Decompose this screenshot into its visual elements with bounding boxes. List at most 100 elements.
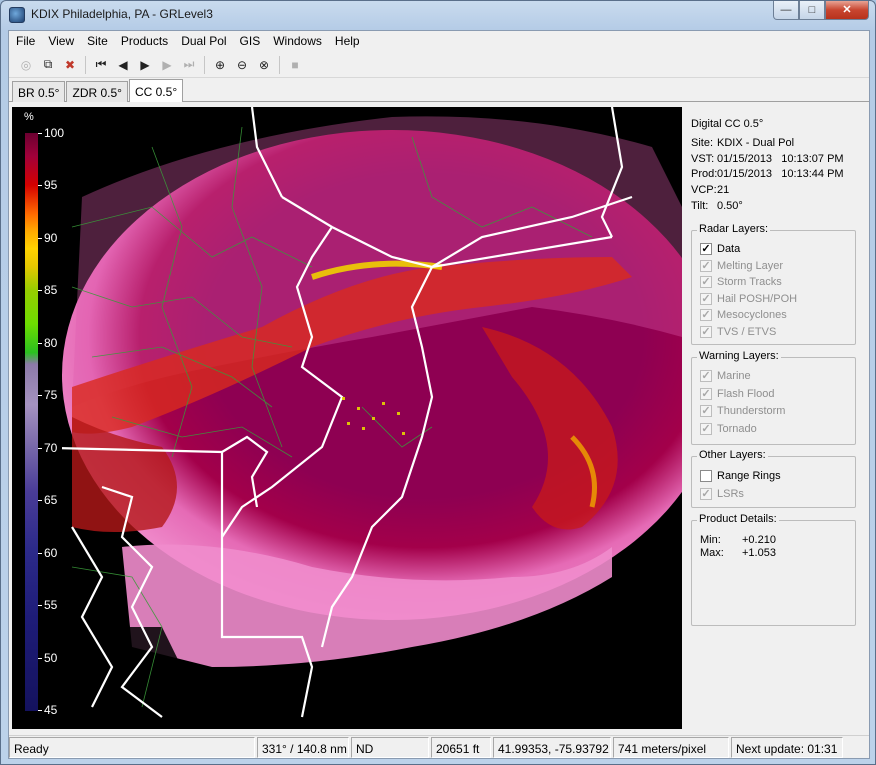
site-label: Site: xyxy=(691,137,714,149)
menu-site[interactable]: Site xyxy=(80,31,114,51)
legend-tick xyxy=(38,605,42,606)
last-frame-icon[interactable]: ⏭ xyxy=(178,54,200,76)
layer-label: Tornado xyxy=(717,423,757,435)
min-label: Min: xyxy=(700,534,721,546)
legend-tick xyxy=(38,290,42,291)
prod-label: Prod: xyxy=(691,168,718,180)
info-panel: Digital CC 0.5° Site: KDIX - Dual Pol VS… xyxy=(689,107,867,729)
layer-flash-flood[interactable]: ✓ Flash Flood xyxy=(700,386,774,402)
layer-lsrs[interactable]: ✓ LSRs xyxy=(700,486,744,502)
layer-label: Thunderstorm xyxy=(717,405,786,417)
radar-display[interactable]: % 100 95 90 85 80 75 70 65 60 55 50 45 xyxy=(12,107,682,729)
other-layers-group: Other Layers: Range Rings ✓ LSRs xyxy=(691,449,856,508)
status-azimuth-range: 331° / 140.8 nm xyxy=(257,737,349,758)
tab-zdr[interactable]: ZDR 0.5° xyxy=(66,81,128,102)
menu-file[interactable]: File xyxy=(9,31,41,51)
legend-tick xyxy=(38,710,42,711)
close-button[interactable]: ✕ xyxy=(825,1,869,20)
first-frame-icon[interactable]: ⏮ xyxy=(90,54,112,76)
legend-tick xyxy=(38,133,42,134)
layer-label: Flash Flood xyxy=(717,388,775,400)
app-window: KDIX Philadelphia, PA - GRLevel3 — □ ✕ F… xyxy=(0,0,876,765)
checkbox-disabled[interactable]: ✓ xyxy=(700,309,712,321)
legend-label: 75 xyxy=(44,388,58,402)
client-area: File View Site Products Dual Pol GIS Win… xyxy=(8,30,870,759)
status-next-update: Next update: 01:31 xyxy=(731,737,843,758)
title-bar[interactable]: KDIX Philadelphia, PA - GRLevel3 — □ ✕ xyxy=(1,1,875,29)
play-icon[interactable]: ▶ xyxy=(134,54,156,76)
menu-dual-pol[interactable]: Dual Pol xyxy=(174,31,232,51)
toolbar-separator xyxy=(85,55,86,74)
legend-label: 55 xyxy=(44,598,58,612)
layer-label: Marine xyxy=(717,370,751,382)
legend-tick xyxy=(38,185,42,186)
checkbox-disabled[interactable]: ✓ xyxy=(700,326,712,338)
product-details-title: Product Details: xyxy=(697,513,779,525)
layer-melting[interactable]: ✓ Melting Layer xyxy=(700,258,783,274)
checkbox-disabled[interactable]: ✓ xyxy=(700,260,712,272)
checkbox-checked[interactable]: ✓ xyxy=(700,243,712,255)
radar-image[interactable] xyxy=(12,107,682,729)
copy-icon[interactable]: ⧉ xyxy=(37,54,59,76)
toolbar: ◎ ⧉ ✖ ⏮ ◀ ▶ ▶ ⏭ ⊕ ⊖ ⊗ ■ xyxy=(9,52,869,78)
radar-layers-title: Radar Layers: xyxy=(697,223,771,235)
menu-windows[interactable]: Windows xyxy=(266,31,328,51)
layer-marine[interactable]: ✓ Marine xyxy=(700,368,751,384)
legend-tick xyxy=(38,395,42,396)
checkbox-unchecked[interactable] xyxy=(700,470,712,482)
legend-color-bar xyxy=(25,133,38,711)
tilt-label: Tilt: xyxy=(691,200,709,212)
layer-thunderstorm[interactable]: ✓ Thunderstorm xyxy=(700,403,785,419)
vst-value: 01/15/2013 10:13:07 PM xyxy=(717,153,844,165)
layer-storm-tracks[interactable]: ✓ Storm Tracks xyxy=(700,274,782,290)
checkbox-disabled[interactable]: ✓ xyxy=(700,488,712,500)
checkbox-disabled[interactable]: ✓ xyxy=(700,423,712,435)
reload-icon[interactable]: ◎ xyxy=(15,54,37,76)
layer-label: Hail POSH/POH xyxy=(717,293,798,305)
prev-frame-icon[interactable]: ◀ xyxy=(112,54,134,76)
other-layers-title: Other Layers: xyxy=(697,449,768,461)
vst-label: VST: xyxy=(691,153,715,165)
checkbox-disabled[interactable]: ✓ xyxy=(700,388,712,400)
layer-data[interactable]: ✓ Data xyxy=(700,241,740,257)
tab-cc[interactable]: CC 0.5° xyxy=(128,79,184,102)
menu-gis[interactable]: GIS xyxy=(233,31,267,51)
checkbox-disabled[interactable]: ✓ xyxy=(700,293,712,305)
legend-label: 45 xyxy=(44,703,58,717)
menu-products[interactable]: Products xyxy=(114,31,174,51)
checkbox-disabled[interactable]: ✓ xyxy=(700,370,712,382)
legend-label: 100 xyxy=(44,126,65,140)
layer-range-rings[interactable]: Range Rings xyxy=(700,468,781,484)
zoom-reset-icon[interactable]: ⊗ xyxy=(253,54,275,76)
checkbox-disabled[interactable]: ✓ xyxy=(700,405,712,417)
legend-label: 60 xyxy=(44,546,58,560)
radar-layers-group: Radar Layers: ✓ Data ✓ Melting Layer ✓ Stor… xyxy=(691,223,856,345)
layer-label: Range Rings xyxy=(717,470,781,482)
minimize-button[interactable]: — xyxy=(773,1,799,20)
status-height: 20651 ft xyxy=(431,737,491,758)
stop-icon[interactable]: ■ xyxy=(284,54,306,76)
detail-max: Max: +1.053 xyxy=(700,547,776,559)
legend-label: 80 xyxy=(44,336,58,350)
menu-view[interactable]: View xyxy=(41,31,80,51)
menu-bar: File View Site Products Dual Pol GIS Win… xyxy=(9,31,869,51)
delete-icon[interactable]: ✖ xyxy=(59,54,81,76)
checkbox-disabled[interactable]: ✓ xyxy=(700,276,712,288)
layer-tornado[interactable]: ✓ Tornado xyxy=(700,421,757,437)
layer-mesocyclones[interactable]: ✓ Mesocyclones xyxy=(700,307,787,323)
layer-label: Storm Tracks xyxy=(717,276,782,288)
window-controls: — □ ✕ xyxy=(773,1,869,20)
zoom-in-icon[interactable]: ⊕ xyxy=(209,54,231,76)
layer-tvs[interactable]: ✓ TVS / ETVS xyxy=(700,324,776,340)
maximize-button[interactable]: □ xyxy=(799,1,825,20)
menu-help[interactable]: Help xyxy=(328,31,366,51)
legend-label: 95 xyxy=(44,178,58,192)
prod-value: 01/15/2013 10:13:44 PM xyxy=(717,168,844,180)
legend-tick xyxy=(38,500,42,501)
zoom-out-icon[interactable]: ⊖ xyxy=(231,54,253,76)
status-resolution: 741 meters/pixel xyxy=(613,737,729,758)
legend-tick xyxy=(38,343,42,344)
layer-hail[interactable]: ✓ Hail POSH/POH xyxy=(700,291,797,307)
tab-br[interactable]: BR 0.5° xyxy=(12,81,66,102)
next-frame-icon[interactable]: ▶ xyxy=(156,54,178,76)
